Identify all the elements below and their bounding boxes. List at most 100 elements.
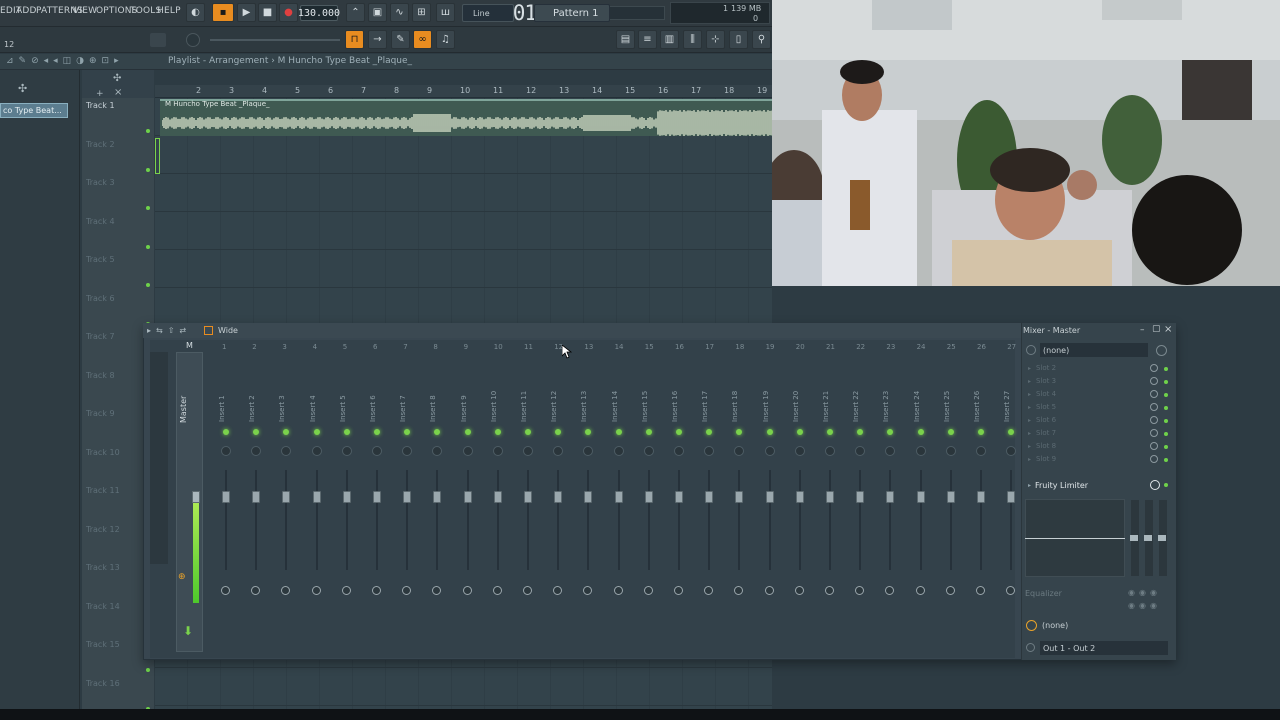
insert-fader[interactable] [493,491,502,503]
minimize-icon[interactable]: – [1140,325,1145,335]
insert-fader[interactable] [373,491,381,503]
fx-slot-led[interactable] [1164,406,1168,410]
menu-add[interactable]: ADD [16,6,37,16]
master-link-icon[interactable]: ⊕ [178,572,186,582]
insert-pan-knob[interactable] [825,446,835,456]
insert-active-led[interactable] [796,429,803,435]
fx-slot-led[interactable] [1164,367,1168,371]
insert-route-knob[interactable] [674,586,683,595]
fx-slot[interactable]: Slot 5 [1036,403,1056,411]
insert-fader[interactable] [795,491,804,503]
browser-icon[interactable]: ▯ [729,30,748,49]
fx-slot-led[interactable] [1164,445,1168,449]
insert-fader[interactable] [735,491,744,503]
mixer-icon[interactable]: ⫼ [683,30,702,49]
insert-pan-knob[interactable] [523,446,533,456]
track-name[interactable]: Track 16 [86,679,120,688]
close-icon[interactable]: × [114,87,122,98]
fx-slot-mix-knob[interactable] [1150,442,1158,450]
track-name[interactable]: Track 6 [86,294,115,303]
record-icon[interactable]: ● [279,3,298,22]
audio-input-select[interactable]: (none) [1040,343,1148,357]
insert-pan-knob[interactable] [462,446,473,456]
fx-slot[interactable]: Slot 9 [1036,455,1056,463]
track-name[interactable]: Track 14 [86,602,120,611]
fx-slot-mix-knob[interactable] [1150,377,1158,385]
insert-fader[interactable] [463,491,472,503]
insert-route-knob[interactable] [221,586,230,595]
insert-route-knob[interactable] [825,586,834,595]
insert-pan-knob[interactable] [341,446,352,456]
insert-active-led[interactable] [343,429,350,435]
tempo-display[interactable]: 130.000 [298,5,340,21]
insert-fader[interactable] [614,491,623,503]
input-knob-icon[interactable] [1026,345,1036,355]
insert-active-led[interactable] [766,429,773,435]
fx-slot[interactable]: Slot 7 [1036,429,1056,437]
track-mute-led[interactable] [146,244,150,249]
insert-pan-knob[interactable] [311,446,322,456]
track-mute-led[interactable] [146,206,150,210]
fx-slot-led[interactable] [1164,380,1168,384]
track-name[interactable]: Track 13 [86,563,120,572]
track-name[interactable]: Track 11 [86,486,120,495]
insert-pan-knob[interactable] [372,446,382,456]
master-volume-knob[interactable] [186,33,200,47]
track-name[interactable]: Track 15 [86,640,120,649]
fx-slot-mix-knob[interactable] [1150,403,1158,411]
insert-route-knob[interactable] [523,586,532,595]
insert-fader[interactable] [946,491,955,503]
move-icon[interactable]: ✣ [18,82,27,95]
fx-slot-mix-knob[interactable] [1150,416,1158,424]
arrow-icon[interactable]: → [368,30,387,49]
insert-fader[interactable] [554,491,563,503]
insert-fader[interactable] [977,491,985,503]
insert-active-led[interactable] [525,429,531,435]
insert-pan-knob[interactable] [492,446,503,456]
insert-fader[interactable] [644,491,653,503]
track-mute-led[interactable] [146,668,150,672]
track-name[interactable]: Track 3 [86,178,115,187]
snap-magnet-icon[interactable]: ⊓ [345,30,364,49]
chain-link-icon[interactable]: ∞ [413,30,432,49]
menu-view[interactable]: VIEW [73,6,97,16]
track-mute-led[interactable] [146,129,150,133]
insert-pan-knob[interactable] [915,446,926,456]
output-knob-icon[interactable] [1026,620,1037,631]
audio-output-select[interactable]: Out 1 - Out 2 [1040,641,1168,655]
stop-icon[interactable]: ■ [258,3,277,22]
track-name[interactable]: Track 9 [86,409,115,418]
insert-route-knob[interactable] [492,586,502,595]
plugin-picker-icon[interactable]: ⊹ [706,30,725,49]
fruity-limiter-mix-knob[interactable] [1150,480,1160,490]
output-routing-icon[interactable] [1026,643,1035,652]
insert-fader[interactable] [403,491,412,503]
track-name[interactable]: Track 10 [86,448,120,457]
insert-fader[interactable] [675,491,683,503]
fx-slot-mix-knob[interactable] [1150,455,1158,463]
insert-active-led[interactable] [615,429,622,435]
insert-fader[interactable] [1007,491,1016,503]
insert-fader[interactable] [252,491,261,503]
insert-fader[interactable] [282,491,291,503]
track-name[interactable]: Track 5 [86,255,115,264]
insert-active-led[interactable] [676,429,682,435]
mixer-layout-icon[interactable] [204,326,213,335]
insert-route-knob[interactable] [341,586,351,595]
maximize-icon[interactable]: ▢ [1152,324,1161,334]
fruity-limiter-led[interactable] [1164,483,1168,487]
fx-slot[interactable]: Slot 8 [1036,442,1056,450]
play-icon[interactable]: ▶ [237,3,256,22]
insert-route-knob[interactable] [372,586,381,595]
step-edit-icon[interactable]: ▣ [368,3,387,22]
track-mute-led[interactable] [146,167,150,172]
insert-route-knob[interactable] [311,586,321,595]
insert-fader[interactable] [705,491,714,503]
insert-active-led[interactable] [374,429,380,435]
insert-route-knob[interactable] [643,586,653,595]
tempo-tapper-icon[interactable]: ⚲ [752,30,771,49]
fx-slot-mix-knob[interactable] [1150,364,1158,372]
insert-fader[interactable] [524,491,532,503]
mixer-view-mode[interactable]: Wide [218,326,238,335]
insert-active-led[interactable] [947,429,954,435]
